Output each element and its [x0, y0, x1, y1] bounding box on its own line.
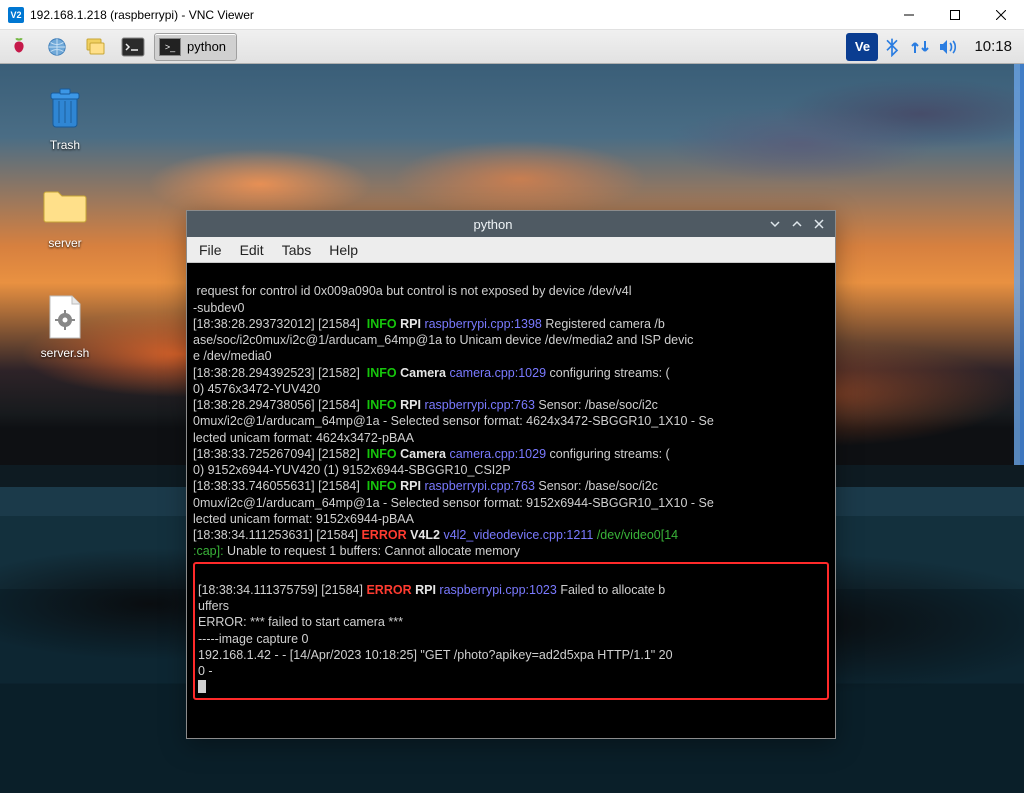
terminal-titlebar[interactable]: python	[187, 211, 835, 237]
log-line: 0mux/i2c@1/arducam_64mp@1a - Selected se…	[193, 496, 714, 510]
file-manager-button[interactable]	[78, 33, 112, 61]
close-icon	[813, 218, 825, 230]
terminal-title: python	[227, 217, 759, 232]
log-line: lected unicam format: 4624x3472-pBAA	[193, 431, 414, 445]
bluetooth-icon	[884, 37, 900, 57]
script-file-icon	[42, 294, 88, 340]
audio-tray[interactable]	[934, 33, 962, 61]
maximize-button[interactable]	[932, 0, 978, 30]
log-line: [18:38:33.746055631] [21584] INFO RPI ra…	[193, 479, 658, 493]
chevron-down-icon	[769, 218, 781, 230]
log-line: -subdev0	[193, 301, 244, 315]
rpi-taskbar: >_ python Ve 10:18	[0, 30, 1024, 64]
maximize-icon	[950, 10, 960, 20]
host-window-titlebar: V2 192.168.1.218 (raspberrypi) - VNC Vie…	[0, 0, 1024, 30]
trash-icon	[42, 86, 88, 132]
log-line: 192.168.1.42 - - [14/Apr/2023 10:18:25] …	[198, 648, 673, 662]
terminal-output[interactable]: request for control id 0x009a090a but co…	[187, 263, 835, 738]
log-line: 0mux/i2c@1/arducam_64mp@1a - Selected se…	[193, 414, 714, 428]
log-line: -----image capture 0	[198, 632, 308, 646]
network-updown-icon	[909, 38, 931, 56]
desktop-area[interactable]: Trash server server.sh python	[0, 64, 1024, 793]
minimize-icon	[904, 10, 914, 20]
folders-icon	[83, 37, 107, 57]
taskbar-task-label: python	[187, 39, 226, 54]
log-line: uffers	[198, 599, 229, 613]
network-tray[interactable]	[906, 33, 934, 61]
bluetooth-tray[interactable]	[878, 33, 906, 61]
log-line: 0) 9152x6944-YUV420 (1) 9152x6944-SBGGR1…	[193, 463, 511, 477]
log-line: ase/soc/i2c0mux/i2c@1/arducam_64mp@1a to…	[193, 333, 693, 347]
terminal-minimize-button[interactable]	[767, 216, 783, 232]
log-line: e /dev/media0	[193, 349, 272, 363]
log-line: 0) 4576x3472-YUV420	[193, 382, 320, 396]
vnc-server-tray[interactable]: Ve	[846, 33, 878, 61]
terminal-launcher-button[interactable]	[116, 33, 150, 61]
highlighted-error-block: [18:38:34.111375759] [21584] ERROR RPI r…	[193, 562, 829, 700]
rpi-menu-button[interactable]	[2, 33, 36, 61]
close-icon	[996, 10, 1006, 20]
menu-edit[interactable]: Edit	[240, 242, 264, 258]
log-line: ERROR: *** failed to start camera ***	[198, 615, 403, 629]
taskbar-clock[interactable]: 10:18	[962, 38, 1024, 55]
minimize-button[interactable]	[886, 0, 932, 30]
web-browser-button[interactable]	[40, 33, 74, 61]
terminal-close-button[interactable]	[811, 216, 827, 232]
desktop-icon-server-sh[interactable]: server.sh	[20, 294, 110, 360]
close-button[interactable]	[978, 0, 1024, 30]
speaker-icon	[938, 38, 958, 56]
taskbar-task-python[interactable]: >_ python	[154, 33, 237, 61]
terminal-cursor	[198, 680, 206, 693]
log-line: request for control id 0x009a090a but co…	[193, 284, 631, 298]
desktop-icon-trash[interactable]: Trash	[20, 86, 110, 152]
globe-icon	[46, 36, 68, 58]
desktop-icon-label: server	[20, 236, 110, 250]
log-line: :cap]: Unable to request 1 buffers: Cann…	[193, 544, 520, 558]
vnc-app-icon: V2	[8, 7, 24, 23]
log-line: 0 -	[198, 664, 213, 678]
desktop-icon-label: Trash	[20, 138, 110, 152]
right-scroll-edge-inner	[1020, 64, 1024, 793]
terminal-maximize-button[interactable]	[789, 216, 805, 232]
desktop-icon-server-folder[interactable]: server	[20, 184, 110, 250]
log-line: [18:38:28.293732012] [21584] INFO RPI ra…	[193, 317, 665, 331]
host-window-title: 192.168.1.218 (raspberrypi) - VNC Viewer	[30, 8, 886, 22]
terminal-thumb-icon: >_	[159, 38, 181, 56]
log-line: [18:38:28.294738056] [21584] INFO RPI ra…	[193, 398, 658, 412]
terminal-icon	[121, 37, 145, 57]
log-line: lected unicam format: 9152x6944-pBAA	[193, 512, 414, 526]
log-line: [18:38:28.294392523] [21582] INFO Camera…	[193, 366, 670, 380]
menu-tabs[interactable]: Tabs	[282, 242, 312, 258]
log-line: [18:38:33.725267094] [21582] INFO Camera…	[193, 447, 670, 461]
chevron-up-icon	[791, 218, 803, 230]
terminal-window[interactable]: python File Edit Tabs Help request for c…	[186, 210, 836, 739]
log-line: [18:38:34.111375759] [21584] ERROR RPI r…	[198, 583, 665, 597]
menu-file[interactable]: File	[199, 242, 222, 258]
desktop-icon-label: server.sh	[20, 346, 110, 360]
log-line: [18:38:34.111253631] [21584] ERROR V4L2 …	[193, 528, 678, 542]
raspberry-icon	[8, 36, 30, 58]
folder-icon	[42, 184, 88, 230]
terminal-menubar: File Edit Tabs Help	[187, 237, 835, 263]
menu-help[interactable]: Help	[329, 242, 358, 258]
